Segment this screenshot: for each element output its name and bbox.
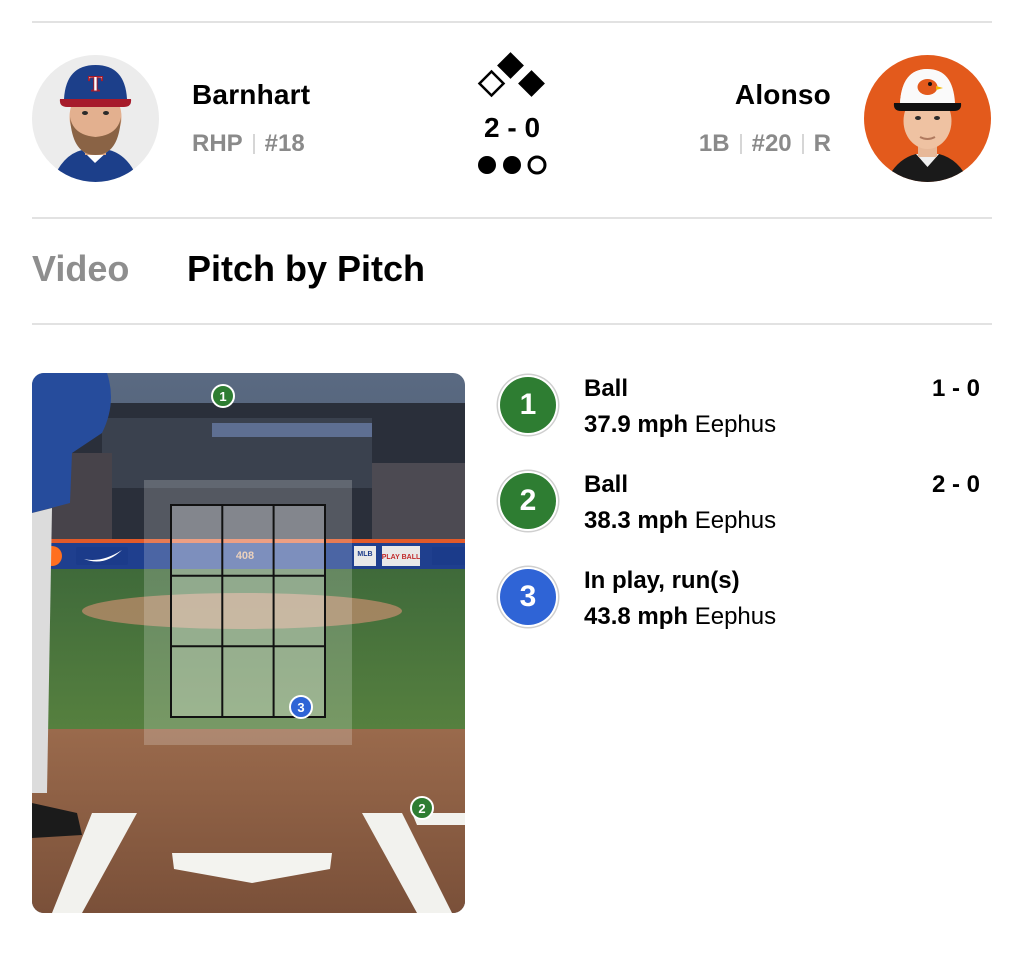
out-dot-3 [527, 155, 547, 175]
pitch-count: 1 - 0 [931, 375, 980, 402]
out-dot-2 [503, 156, 521, 174]
pitch-detail: 43.8 mph Eephus [584, 603, 776, 631]
pitch-type: Eephus [694, 507, 777, 534]
meta-separator [739, 134, 742, 154]
tabs-divider [32, 323, 992, 325]
pitch-marker-2[interactable]: 2 [410, 796, 434, 820]
ball-strike-count: 2 - 0 [483, 112, 541, 143]
pitch-result: Ball [584, 471, 629, 498]
meta-separator [801, 134, 804, 154]
header-divider [32, 217, 992, 219]
tab-video[interactable]: Video [32, 248, 129, 290]
pitch-detail: 38.3 mph Eephus [584, 507, 776, 535]
pitch-detail: 37.9 mph Eephus [584, 411, 776, 439]
pitcher-hand: RHP [192, 130, 243, 157]
second-base [497, 52, 524, 79]
tab-pitch-by-pitch[interactable]: Pitch by Pitch [187, 248, 425, 290]
svg-text:3: 3 [297, 700, 304, 715]
pitch-number-badge: 3 [500, 569, 556, 625]
top-divider [32, 21, 992, 23]
mlb-sign: MLB [357, 551, 372, 558]
pitch-count: 2 - 0 [931, 471, 980, 498]
batter-meta: 1B #20 R [600, 130, 831, 158]
svg-text:2: 2 [418, 801, 425, 816]
batter-number: #20 [751, 130, 792, 157]
pitch-speed: 37.9 mph [584, 411, 689, 438]
pitcher-meta: RHP #18 [192, 130, 305, 158]
first-base [518, 70, 545, 97]
batter-name[interactable]: Alonso [600, 79, 831, 111]
pitch-row-3[interactable]: 3 In play, run(s) 43.8 mph Eephus [500, 567, 980, 647]
batter-position: 1B [698, 130, 730, 157]
pitch-speed: 38.3 mph [584, 507, 689, 534]
pitch-row-1[interactable]: 1 Ball 1 - 0 37.9 mph Eephus [500, 375, 980, 455]
pitch-type: Eephus [694, 411, 777, 438]
strike-zone-grid [170, 504, 326, 718]
rangers-cap-logo: T [88, 71, 103, 96]
pitch-number-badge: 1 [500, 377, 556, 433]
pitch-number-badge: 2 [500, 473, 556, 529]
pitch-marker-1[interactable]: 1 [211, 384, 235, 408]
pitch-type: Eephus [694, 603, 777, 630]
svg-text:1: 1 [219, 389, 226, 404]
third-base [477, 69, 506, 98]
strike-zone-panel: MLB PLAY BALL 408 1 2 3 [32, 373, 465, 913]
out-dot-1 [478, 156, 496, 174]
pitcher-avatar[interactable]: T [32, 55, 159, 182]
pitch-speed: 43.8 mph [584, 603, 689, 630]
pitch-row-2[interactable]: 2 Ball 2 - 0 38.3 mph Eephus [500, 471, 980, 551]
batter-avatar[interactable] [864, 55, 991, 182]
pitcher-number: #18 [264, 130, 305, 157]
outs-indicator [478, 155, 547, 175]
meta-separator [252, 134, 255, 154]
pitch-marker-3[interactable]: 3 [289, 695, 313, 719]
play-ball-sign: PLAY BALL [382, 554, 421, 561]
batter-bats: R [813, 130, 831, 157]
pitch-result: In play, run(s) [584, 567, 740, 594]
pitcher-name[interactable]: Barnhart [192, 79, 310, 111]
orioles-bird-icon [917, 79, 938, 95]
bases-diamond [477, 52, 545, 98]
pitch-result: Ball [584, 375, 629, 402]
